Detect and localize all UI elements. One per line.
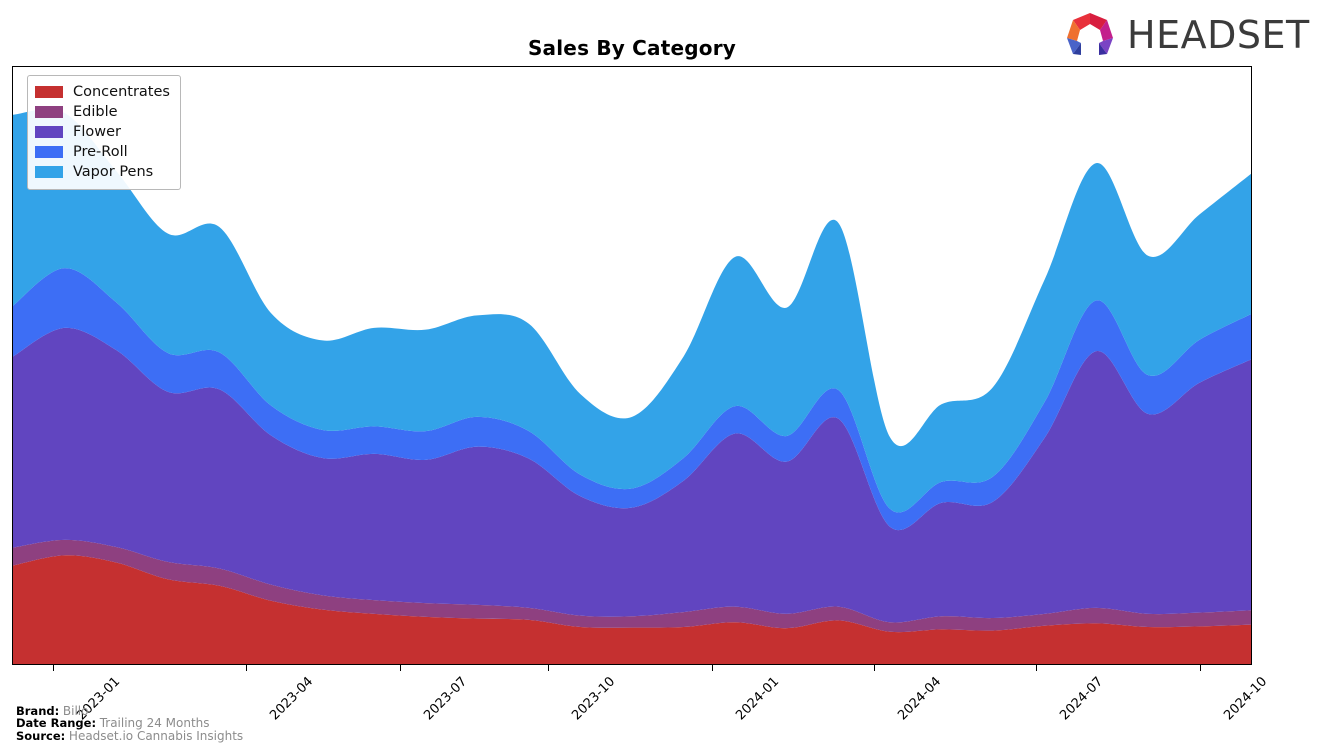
legend-swatch-vapor-pens <box>35 166 63 178</box>
legend-swatch-flower <box>35 126 63 138</box>
legend-label-edible: Edible <box>73 103 118 120</box>
legend-swatch-edible <box>35 106 63 118</box>
footer-source-row: Source: Headset.io Cannabis Insights <box>16 728 244 743</box>
x-axis-tick <box>1036 665 1037 671</box>
x-axis-tick-label: 2024-04 <box>895 674 945 724</box>
legend-item[interactable]: Edible <box>35 102 170 122</box>
x-axis-tick <box>1200 665 1201 671</box>
x-axis-tick-label: 2024-07 <box>1057 674 1107 724</box>
headset-wordmark: HEADSET <box>1127 13 1310 57</box>
legend-label-flower: Flower <box>73 123 121 140</box>
legend-label-pre-roll: Pre-Roll <box>73 143 128 160</box>
x-axis-tick-label: 2023-10 <box>569 674 619 724</box>
legend-item[interactable]: Pre-Roll <box>35 142 170 162</box>
footer-source-value: Headset.io Cannabis Insights <box>68 728 244 743</box>
headset-brand-logo: HEADSET <box>1059 10 1310 60</box>
legend-label-vapor-pens: Vapor Pens <box>73 163 154 180</box>
chart-legend: Concentrates Edible Flower Pre-Roll Vapo… <box>27 75 181 190</box>
x-axis-tick <box>400 665 401 671</box>
x-axis-tick-label: 2024-01 <box>733 674 783 724</box>
x-axis-tick <box>52 665 54 671</box>
legend-label-concentrates: Concentrates <box>73 83 170 100</box>
x-axis-tick <box>548 665 550 671</box>
legend-swatch-pre-roll <box>35 146 63 158</box>
x-axis-tick-label: 2023-04 <box>267 674 317 724</box>
legend-item[interactable]: Concentrates <box>35 82 170 102</box>
x-axis-tick-label: 2024-10 <box>1221 674 1271 724</box>
legend-item[interactable]: Vapor Pens <box>35 162 170 182</box>
chart-footer: Brand: Billo Date Range: Trailing 24 Mon… <box>16 704 244 743</box>
legend-swatch-concentrates <box>35 86 63 98</box>
x-axis-tick <box>246 665 247 671</box>
stacked-area-chart <box>13 109 1251 664</box>
chart-plot-area[interactable]: Concentrates Edible Flower Pre-Roll Vapo… <box>12 66 1252 665</box>
footer-source-key: Source: <box>16 728 66 743</box>
x-axis-tick-label: 2023-07 <box>421 674 471 724</box>
legend-item[interactable]: Flower <box>35 122 170 142</box>
x-axis-tick <box>874 665 875 671</box>
headset-hexagon-logo-icon <box>1067 13 1113 55</box>
x-axis-tick <box>712 665 713 671</box>
